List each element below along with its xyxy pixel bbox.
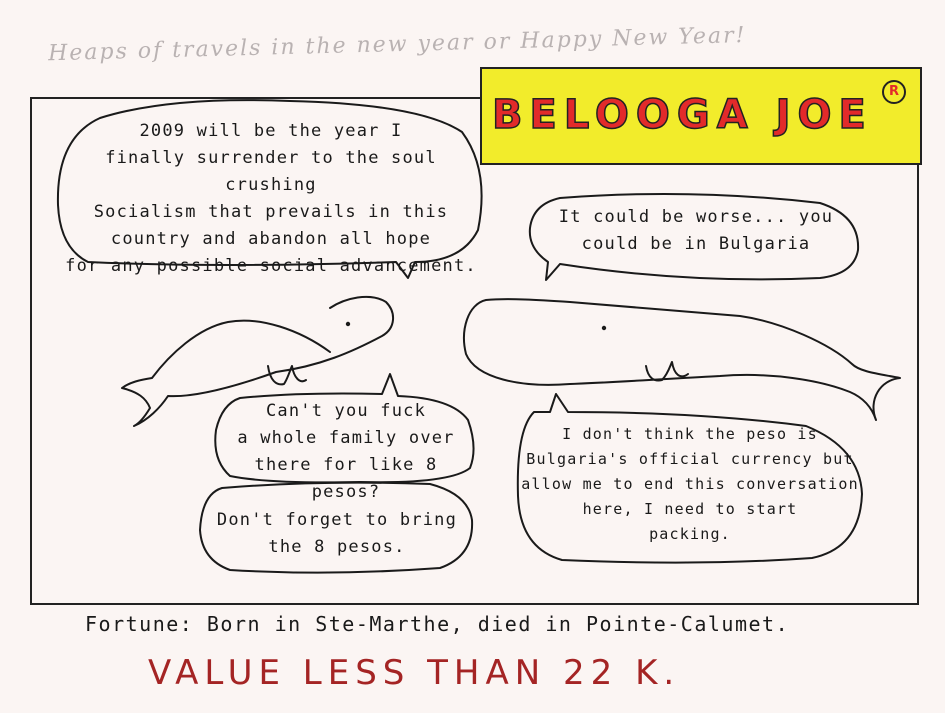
value-caption: VALUE LESS THAN 22 K. (148, 653, 681, 693)
fortune-caption: Fortune: Born in Ste-Marthe, died in Poi… (85, 612, 790, 636)
bubble-text-top-left: 2009 will be the year I finally surrende… (65, 121, 477, 276)
beluga-left-flipper (267, 365, 307, 386)
bubble-text-top-right: It could be worse... you could be in Bul… (558, 207, 834, 254)
comic-drawing (56, 99, 901, 574)
bubble-text-middle-left: Can't you fuck a whole family over there… (237, 401, 455, 502)
bubble-text-bottom-right: I don't think the peso is Bulgaria's off… (521, 425, 859, 543)
beluga-right (463, 298, 901, 421)
bubble-text-bottom-left: Don't forget to bring the 8 pesos. (216, 510, 458, 557)
beluga-right-eye (601, 325, 607, 331)
beluga-left-eye (345, 321, 351, 327)
